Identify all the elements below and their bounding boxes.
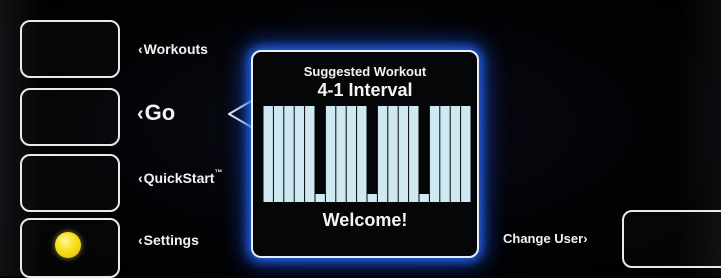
soft-key-change-user[interactable]: [622, 210, 721, 268]
soft-key-workouts[interactable]: [20, 20, 120, 78]
menu-go[interactable]: ‹Go: [137, 100, 175, 126]
profile-segment-high: [263, 106, 273, 202]
profile-segment-high: [429, 106, 440, 202]
profile-segment-high: [273, 106, 284, 202]
menu-go-label: Go: [144, 100, 176, 125]
profile-segment-high: [357, 106, 367, 202]
trademark-mark: ™: [214, 168, 223, 177]
profile-segment-high: [284, 106, 294, 202]
soft-key-go[interactable]: [20, 88, 120, 146]
menu-change-user-label: Change User: [503, 231, 584, 246]
menu-settings[interactable]: ‹Settings: [138, 232, 199, 248]
profile-segment-low: [419, 194, 429, 202]
profile-segment-high: [461, 106, 471, 202]
profile-segment-high: [346, 106, 357, 202]
chevron-right-icon: ›: [583, 231, 588, 246]
profile-segment-high: [398, 106, 409, 202]
menu-workouts[interactable]: ‹Workouts: [138, 41, 208, 57]
profile-segment-high: [294, 106, 305, 202]
profile-segment-high: [440, 106, 450, 202]
menu-change-user[interactable]: Change User›: [503, 231, 588, 246]
profile-segment-high: [305, 106, 315, 202]
soft-key-quickstart[interactable]: [20, 154, 120, 212]
chevron-left-icon: ‹: [138, 41, 143, 57]
profile-segment-high: [450, 106, 461, 202]
workout-name: 4-1 Interval: [317, 80, 413, 100]
menu-settings-label: Settings: [143, 232, 199, 248]
profile-segment-high: [377, 106, 388, 202]
chevron-left-icon: ‹: [138, 170, 143, 186]
chevron-left-icon: ‹: [138, 232, 143, 248]
profile-segment-high: [388, 106, 398, 202]
chevron-left-icon: ‹: [137, 103, 144, 125]
yellow-indicator-light: [55, 232, 81, 258]
menu-workouts-label: Workouts: [143, 41, 208, 57]
profile-segment-high: [325, 106, 336, 202]
suggested-workout-popup[interactable]: Suggested Workout 4-1 Interval Welcome!: [251, 50, 479, 258]
popup-title: Suggested Workout: [303, 64, 427, 79]
profile-segment-low: [315, 194, 325, 202]
profile-segment-high: [409, 106, 419, 202]
workout-profile-graph: [263, 106, 471, 202]
profile-segment-low: [367, 194, 377, 202]
welcome-message: Welcome!: [322, 210, 408, 230]
profile-segment-high: [336, 106, 346, 202]
menu-quickstart-label: QuickStart: [143, 170, 215, 186]
menu-quickstart[interactable]: ‹QuickStart™: [138, 168, 223, 186]
